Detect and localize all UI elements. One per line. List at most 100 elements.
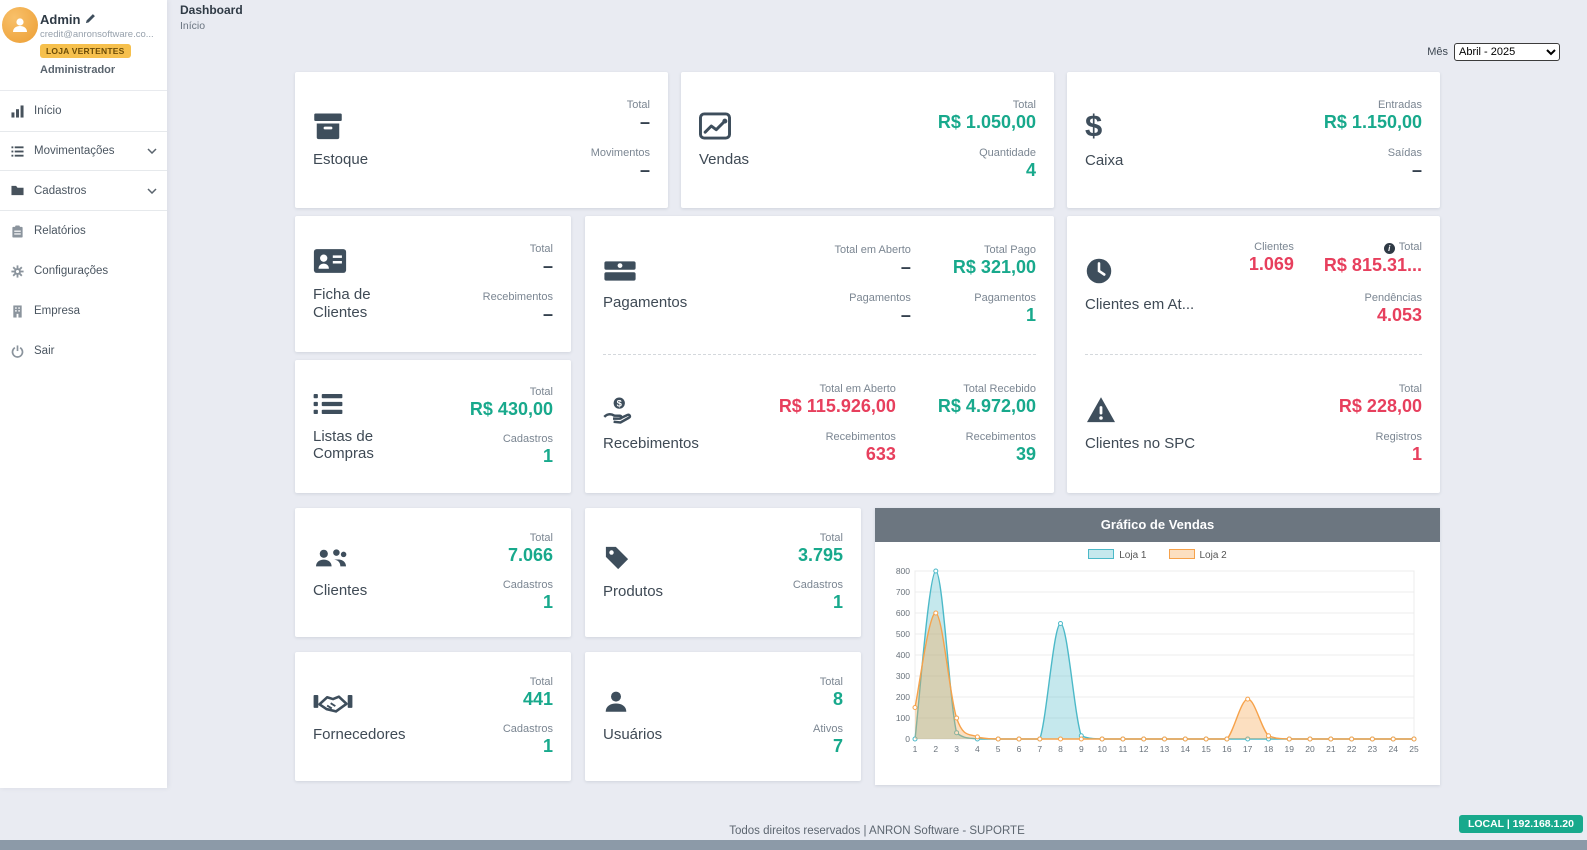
svg-text:1: 1 [913, 744, 918, 754]
bottom-bar [0, 840, 1587, 850]
card-title: Clientes em At... [1085, 296, 1194, 313]
svg-text:8: 8 [1058, 744, 1063, 754]
svg-text:500: 500 [896, 629, 910, 639]
card-title: Usuários [603, 726, 662, 743]
svg-text:0: 0 [905, 734, 910, 744]
pagamentos-section: Pagamentos Total em Aberto– Pagamentos– … [585, 216, 1054, 354]
stat: Clientes1.069 [1249, 241, 1294, 276]
stat: TotalR$ 430,00 [470, 386, 553, 421]
svg-text:600: 600 [896, 608, 910, 618]
sidebar: Admin credit@anronsoftware.co... LOJA VE… [0, 0, 167, 788]
card-title: Produtos [603, 583, 663, 600]
stat: Total em AbertoR$ 115.926,00 [779, 383, 896, 418]
sidebar-item-cadastros[interactable]: Cadastros [0, 171, 167, 211]
stat-value: 1 [793, 591, 843, 614]
card-vendas: Vendas TotalR$ 1.050,00 Quantidade4 [681, 72, 1054, 208]
stat-value: 4 [938, 159, 1036, 182]
legend-swatch [1169, 549, 1195, 559]
card-fornecedores: Fornecedores Total441 Cadastros1 [295, 652, 571, 781]
stat: Ativos7 [813, 723, 843, 758]
svg-text:22: 22 [1347, 744, 1357, 754]
svg-text:100: 100 [896, 713, 910, 723]
stat: Pagamentos– [834, 292, 910, 327]
stat-label: Total [470, 386, 553, 398]
svg-text:20: 20 [1305, 744, 1315, 754]
sidebar-item-inicio[interactable]: Início [0, 91, 167, 131]
svg-text:11: 11 [1119, 744, 1128, 754]
stat-label: Entradas [1324, 99, 1422, 111]
stat-label: Clientes [1249, 241, 1294, 253]
stat: Quantidade4 [938, 147, 1036, 182]
user-name: Admin [40, 12, 80, 27]
stat: Cadastros1 [503, 723, 553, 758]
card-clientes-atraso-spc: Clientes em At... Clientes1.069 i Total R… [1067, 216, 1440, 493]
list-bullets-icon [313, 391, 391, 417]
stat-value: – [483, 303, 553, 326]
stat-label: Cadastros [470, 433, 553, 445]
stat-value: 1 [503, 591, 553, 614]
stat-label: Cadastros [793, 579, 843, 591]
gear-icon [10, 265, 25, 278]
edit-pencil-icon[interactable] [85, 12, 96, 27]
sales-chart-card: Gráfico de Vendas Loja 1 Loja 2 01002003… [875, 508, 1440, 785]
svg-text:14: 14 [1181, 744, 1191, 754]
svg-text:700: 700 [896, 587, 910, 597]
environment-badge: LOCAL | 192.168.1.20 [1459, 815, 1583, 833]
svg-text:5: 5 [996, 744, 1001, 754]
legend-item-loja2: Loja 2 [1169, 549, 1227, 561]
stat-value: – [591, 159, 650, 182]
stat: Registros1 [1339, 431, 1422, 466]
legend-label: Loja 1 [1119, 550, 1146, 561]
card-ficha-clientes: Ficha de Clientes Total– Recebimentos– [295, 216, 571, 352]
sidebar-item-movimentacoes[interactable]: Movimentações [0, 131, 167, 171]
svg-text:800: 800 [896, 566, 910, 576]
stat-label: Total [1339, 383, 1422, 395]
card-title: Pagamentos [603, 294, 687, 311]
sidebar-item-empresa[interactable]: Empresa [0, 291, 167, 331]
stat: Total em Aberto– [834, 244, 910, 279]
stat-label: Total em Aberto [779, 383, 896, 395]
card-title: Listas de Compras [313, 428, 391, 463]
stat-label: Total [503, 676, 553, 688]
stat-label: Total [793, 532, 843, 544]
archive-box-icon [313, 112, 368, 140]
svg-text:16: 16 [1222, 744, 1232, 754]
chevron-down-icon [147, 185, 157, 197]
month-select[interactable]: Abril - 2025 [1454, 43, 1560, 61]
sidebar-item-configuracoes[interactable]: Configurações [0, 251, 167, 291]
svg-text:19: 19 [1285, 744, 1295, 754]
stat-label: Pagamentos [953, 292, 1036, 304]
month-label: Mês [1427, 46, 1448, 58]
stat: Total– [483, 243, 553, 278]
stat: TotalR$ 1.050,00 [938, 99, 1036, 134]
user-role: Administrador [40, 64, 159, 76]
svg-text:$: $ [617, 399, 623, 409]
sidebar-item-sair[interactable]: Sair [0, 331, 167, 371]
stat-value: 39 [938, 443, 1036, 466]
handshake-icon [313, 689, 406, 715]
id-card-icon [313, 247, 391, 275]
stat-value: – [834, 304, 910, 327]
avatar [2, 7, 38, 43]
sidebar-item-relatorios[interactable]: Relatórios [0, 211, 167, 251]
card-title: Clientes [313, 582, 367, 599]
svg-text:7: 7 [1037, 744, 1042, 754]
breadcrumb[interactable]: Início [180, 20, 205, 32]
chart-line-icon [699, 112, 749, 140]
svg-text:23: 23 [1368, 744, 1378, 754]
sidebar-item-label: Início [34, 105, 62, 117]
month-picker: Mês Abril - 2025 [1427, 43, 1560, 61]
stat-label: Total [503, 532, 553, 544]
svg-text:400: 400 [896, 650, 910, 660]
info-icon: i [1384, 243, 1395, 254]
svg-text:300: 300 [896, 671, 910, 681]
svg-text:24: 24 [1388, 744, 1398, 754]
stat-label: Cadastros [503, 723, 553, 735]
stat-value: 633 [779, 443, 896, 466]
stat-label: Cadastros [503, 579, 553, 591]
stat-label: Saídas [1324, 147, 1422, 159]
warning-triangle-icon [1085, 396, 1195, 424]
stat-value: – [834, 256, 910, 279]
svg-text:200: 200 [896, 692, 910, 702]
stat: Total7.066 [503, 532, 553, 567]
